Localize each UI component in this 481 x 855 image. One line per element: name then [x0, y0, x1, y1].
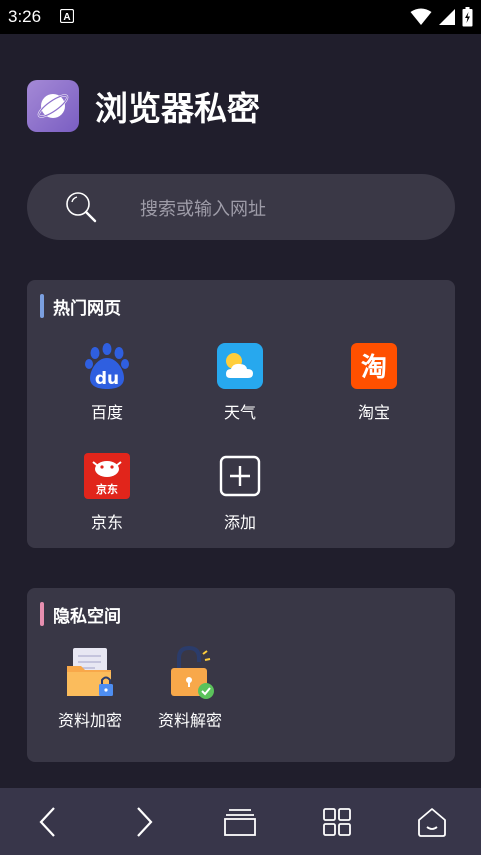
planet-icon	[27, 80, 79, 132]
encrypt-files-label: 资料加密	[57, 711, 122, 730]
status-bar: 3:26 A x	[0, 0, 481, 34]
decrypt-files-button[interactable]: 资料解密	[140, 644, 240, 731]
site-tile-taobao[interactable]: 淘 淘宝	[319, 342, 429, 423]
site-label-baidu: 百度	[90, 403, 123, 422]
app-title: 浏览器私密	[95, 89, 260, 128]
bottom-nav	[0, 788, 481, 855]
search-icon	[66, 192, 97, 223]
app-header: 浏览器私密	[27, 80, 260, 132]
add-site-button[interactable]: 添加	[185, 452, 295, 533]
private-space-card: 隐私空间 资料加密 资料解密	[27, 588, 455, 762]
site-tile-baidu[interactable]: du 百度	[52, 342, 162, 423]
grid-menu-button[interactable]	[307, 788, 367, 855]
wifi-icon: x	[410, 8, 432, 26]
search-bar[interactable]: 搜索或输入网址	[27, 174, 455, 240]
private-space-title: 隐私空间	[40, 601, 121, 627]
battery-charging-icon	[462, 7, 473, 27]
site-label-weather: 天气	[223, 403, 256, 422]
title-accent-bar	[40, 602, 44, 626]
status-icons: x	[410, 7, 473, 27]
hot-sites-card: 热门网页 du 百度 天气 淘 淘宝 京东 京东 添加	[27, 280, 455, 548]
site-tile-jd[interactable]: 京东 京东	[52, 452, 162, 533]
site-label-jd: 京东	[90, 513, 123, 532]
hot-sites-title-text: 热门网页	[53, 298, 121, 319]
add-icon	[216, 452, 264, 500]
site-tile-weather[interactable]: 天气	[185, 342, 295, 423]
baidu-icon: du	[83, 342, 131, 390]
signal-icon	[439, 9, 455, 25]
svg-text:京东: 京东	[96, 482, 118, 496]
back-icon	[39, 806, 55, 837]
hot-sites-title: 热门网页	[40, 293, 121, 319]
back-button[interactable]	[18, 788, 78, 855]
tabs-button[interactable]	[210, 788, 270, 855]
home-icon	[418, 807, 446, 837]
search-placeholder: 搜索或输入网址	[140, 199, 266, 220]
svg-text:淘: 淘	[361, 353, 387, 383]
site-label-taobao: 淘宝	[357, 403, 390, 422]
private-space-title-text: 隐私空间	[53, 606, 121, 627]
tabs-icon	[224, 808, 256, 836]
jd-icon: 京东	[83, 452, 131, 500]
forward-button[interactable]	[114, 788, 174, 855]
svg-text:x: x	[426, 20, 430, 26]
encrypt-files-button[interactable]: 资料加密	[40, 644, 140, 731]
grid-icon	[323, 807, 351, 836]
weather-icon	[216, 342, 264, 390]
a-notification-icon: A	[60, 9, 74, 23]
svg-text:du: du	[95, 369, 119, 389]
title-accent-bar	[40, 294, 44, 318]
unlock-icon	[161, 644, 219, 702]
home-button[interactable]	[402, 788, 462, 855]
decrypt-files-label: 资料解密	[157, 711, 222, 730]
add-site-label: 添加	[223, 513, 256, 532]
folder-lock-icon	[61, 644, 119, 702]
svg-text:A: A	[63, 12, 70, 23]
forward-icon	[137, 806, 153, 837]
taobao-icon: 淘	[350, 342, 398, 390]
status-time: 3:26	[8, 7, 42, 26]
